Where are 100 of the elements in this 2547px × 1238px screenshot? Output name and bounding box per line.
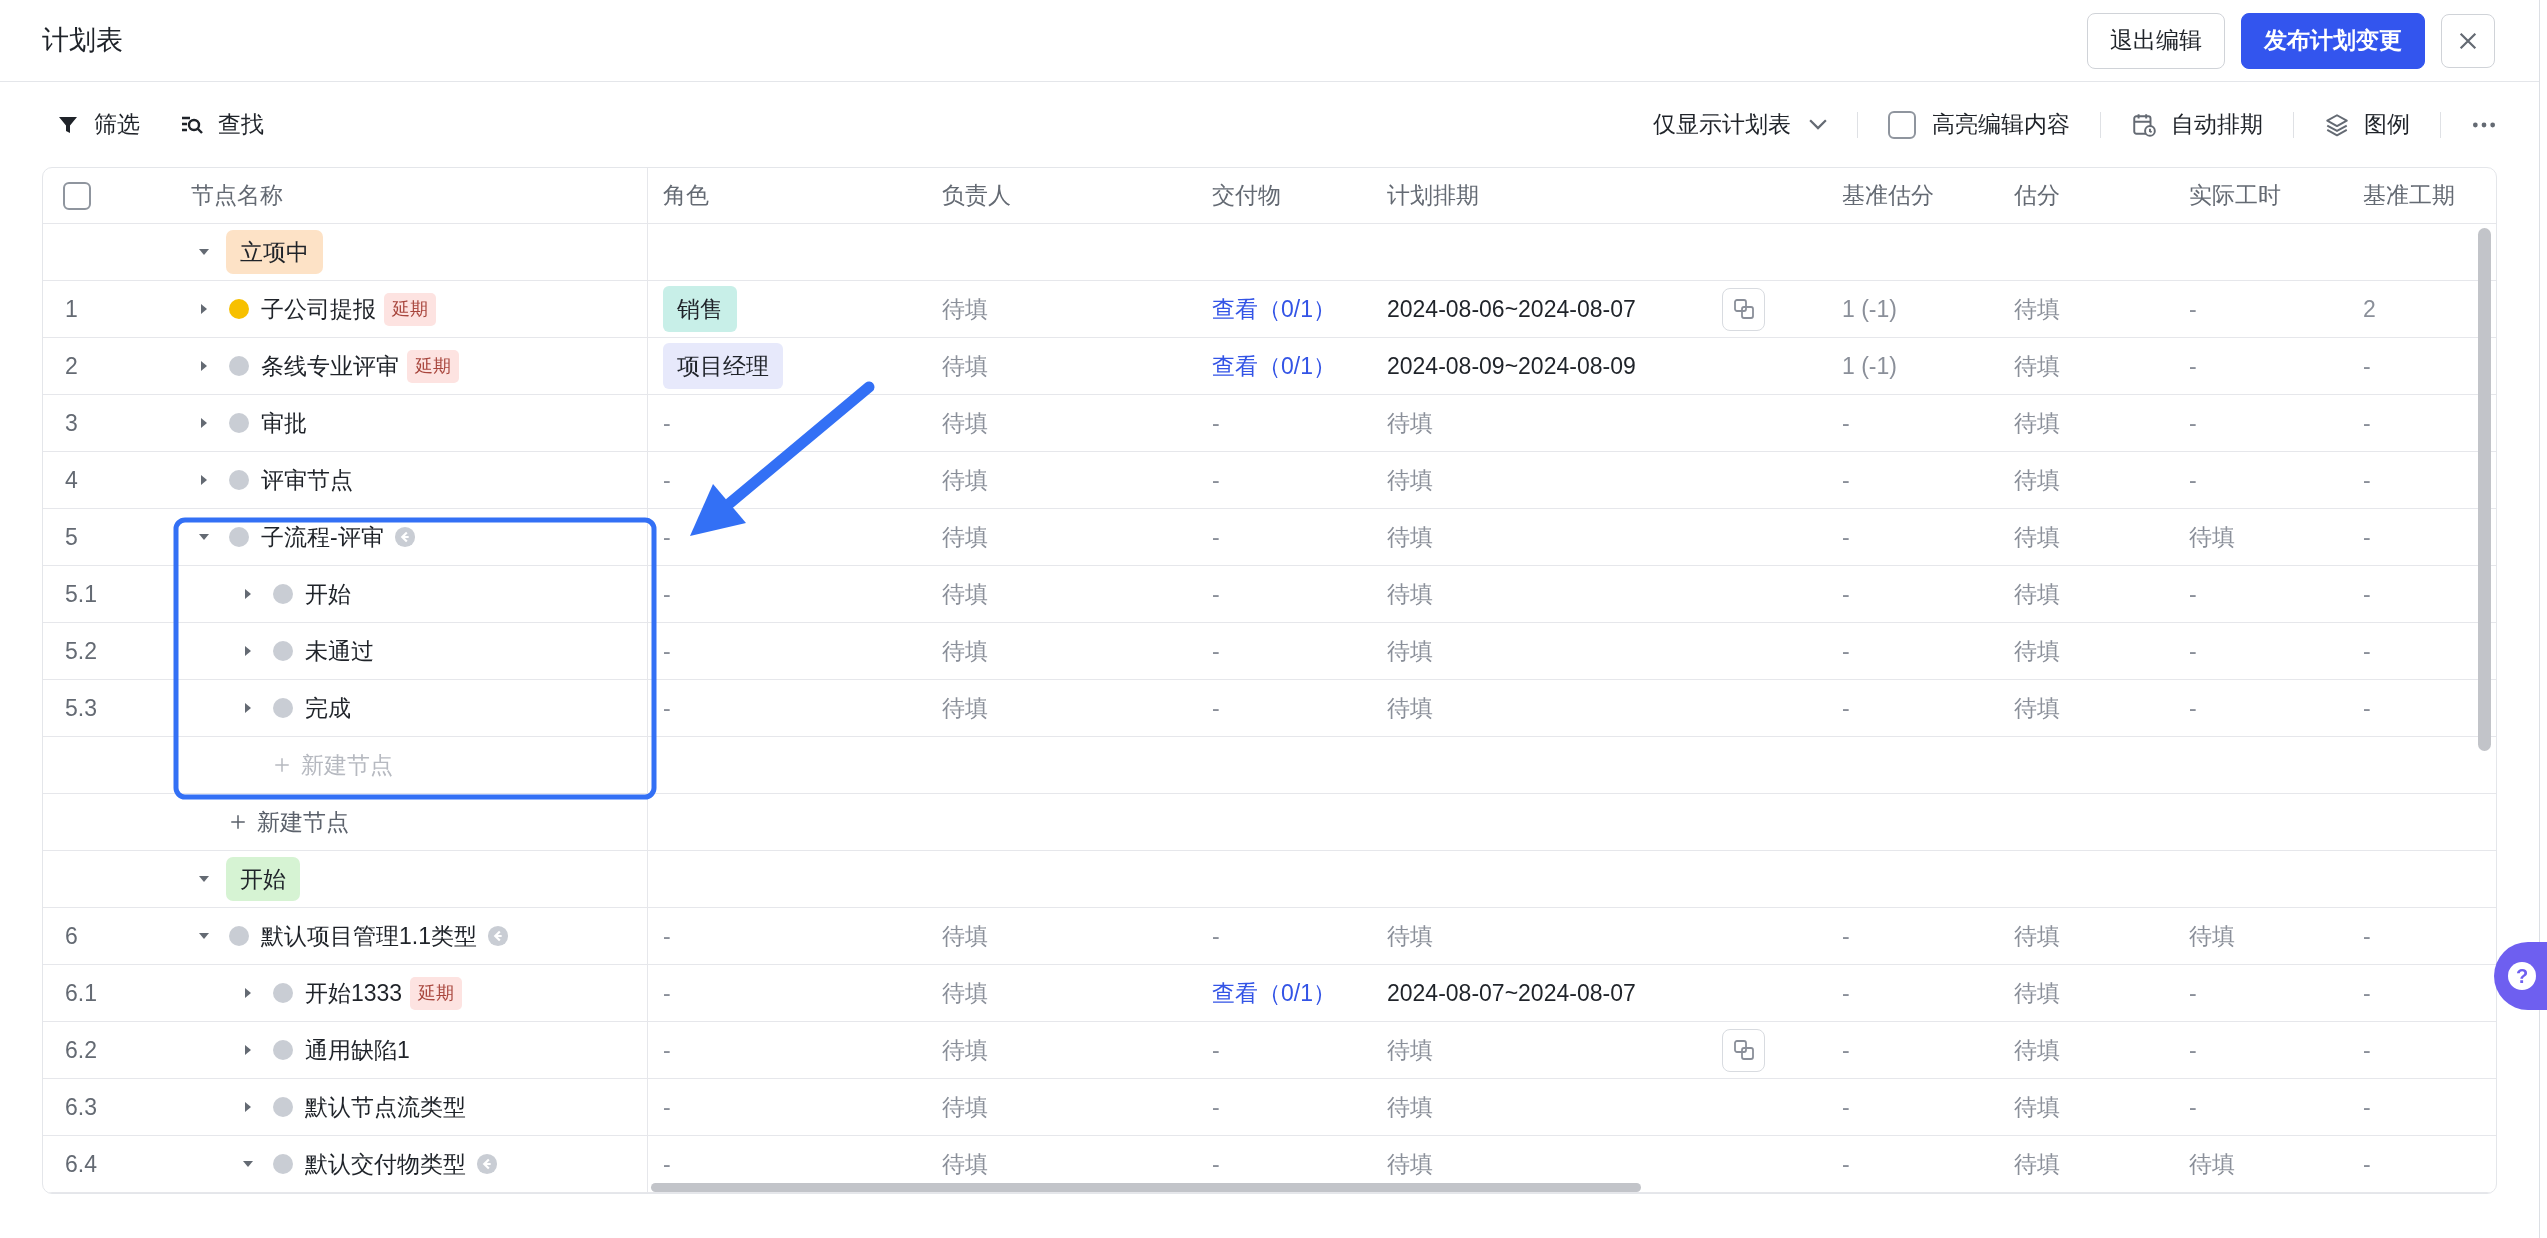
row-number: 6.2 xyxy=(65,1035,98,1065)
node-name[interactable]: 默认项目管理1.1类型 xyxy=(261,918,477,954)
horizontal-scrollbar[interactable] xyxy=(651,1183,1641,1192)
cell-text: 待填 xyxy=(2014,408,2060,438)
cell-text: - xyxy=(2189,978,2197,1008)
select-all-checkbox[interactable] xyxy=(63,181,91,210)
close-button[interactable] xyxy=(2441,13,2495,68)
cell-text: 待填 xyxy=(942,636,988,666)
cell-text: 待填 xyxy=(1387,465,1433,495)
cell-text: 待填 xyxy=(2014,693,2060,723)
filter-button[interactable]: 筛选 xyxy=(56,107,140,142)
node-name[interactable]: 默认节点流类型 xyxy=(305,1089,466,1125)
cell-text: 待填 xyxy=(2014,294,2060,324)
deliverable-link[interactable]: 查看（0/1） xyxy=(1212,348,1336,384)
auto-schedule-button[interactable]: 自动排期 xyxy=(2131,107,2263,142)
cell-text: 待填 xyxy=(2014,1149,2060,1179)
node-name[interactable]: 条线专业评审 xyxy=(261,348,399,384)
schedule-date: 2024-08-07~2024-08-07 xyxy=(1387,978,1636,1008)
node-name[interactable]: 默认交付物类型 xyxy=(305,1146,466,1182)
deliverable-link[interactable]: 查看（0/1） xyxy=(1212,975,1336,1011)
cell-text: - xyxy=(2189,693,2197,723)
cell-text: - xyxy=(663,1035,671,1065)
cell-text: - xyxy=(663,978,671,1008)
cell-text: 待填 xyxy=(2014,978,2060,1008)
cell-text: - xyxy=(1842,636,1850,666)
node-name[interactable]: 子公司提报 xyxy=(261,291,376,327)
cell-text: - xyxy=(663,636,671,666)
role-tag: 项目经理 xyxy=(663,342,783,390)
group-tag[interactable]: 开始 xyxy=(226,856,300,902)
cell-text: 待填 xyxy=(942,1092,988,1122)
cell-text: 待填 xyxy=(1387,1035,1433,1065)
node-name[interactable]: 开始 xyxy=(305,576,351,612)
cell-text: - xyxy=(2189,294,2197,324)
node-name[interactable]: 通用缺陷1 xyxy=(305,1032,410,1068)
cell-text: - xyxy=(1212,579,1220,609)
cell-text: 1 (-1) xyxy=(1842,351,1897,381)
cell-text: 待填 xyxy=(1387,693,1433,723)
row-number: 2 xyxy=(65,351,79,381)
publish-button[interactable]: 发布计划变更 xyxy=(2241,12,2425,69)
row-number: 5.3 xyxy=(65,693,98,723)
node-name[interactable]: 开始1333 xyxy=(305,975,403,1011)
exit-edit-button[interactable]: 退出编辑 xyxy=(2087,12,2225,69)
view-dropdown[interactable]: 仅显示计划表 xyxy=(1653,107,1827,142)
copy-button[interactable] xyxy=(1722,287,1765,331)
cell-text: - xyxy=(2363,522,2371,552)
cell-text: - xyxy=(663,921,671,951)
column-header: 基准估分 xyxy=(1842,181,1934,211)
vertical-scrollbar[interactable] xyxy=(2478,228,2491,751)
legend-button[interactable]: 图例 xyxy=(2324,107,2410,142)
cell-text: 待填 xyxy=(2014,465,2060,495)
cell-text: - xyxy=(1212,1149,1220,1179)
cell-text: - xyxy=(2189,1035,2197,1065)
delay-tag: 延期 xyxy=(384,292,436,326)
cell-text: - xyxy=(2363,693,2371,723)
cell-text: 待填 xyxy=(2189,1149,2235,1179)
find-button[interactable]: 查找 xyxy=(180,107,264,142)
cell-text: 2 xyxy=(2363,294,2376,324)
column-header: 角色 xyxy=(663,181,709,211)
node-name[interactable]: 未通过 xyxy=(305,633,374,669)
cell-text: - xyxy=(2363,1092,2371,1122)
add-node-button[interactable]: 新建节点 xyxy=(229,804,349,840)
node-name[interactable]: 审批 xyxy=(261,405,307,441)
row-number: 5.2 xyxy=(65,636,98,666)
cell-text: - xyxy=(1842,1149,1850,1179)
cell-text: 待填 xyxy=(2014,522,2060,552)
cell-text: 待填 xyxy=(2014,351,2060,381)
cell-text: - xyxy=(663,1149,671,1179)
row-number: 5.1 xyxy=(65,579,98,609)
cell-text: 待填 xyxy=(942,978,988,1008)
deliverable-link[interactable]: 查看（0/1） xyxy=(1212,291,1336,327)
cell-text: 待填 xyxy=(2189,522,2235,552)
cell-text: - xyxy=(2189,1092,2197,1122)
cell-text: 待填 xyxy=(942,579,988,609)
cell-text: - xyxy=(1212,1092,1220,1122)
schedule-date: 2024-08-09~2024-08-09 xyxy=(1387,351,1636,381)
cell-text: 待填 xyxy=(1387,579,1433,609)
row-number: 5 xyxy=(65,522,79,552)
cell-text: 1 (-1) xyxy=(1842,294,1897,324)
cell-text: - xyxy=(1212,636,1220,666)
cell-text: - xyxy=(2363,1149,2371,1179)
cell-text: - xyxy=(2363,351,2371,381)
node-name[interactable]: 完成 xyxy=(305,690,351,726)
cell-text: - xyxy=(2363,579,2371,609)
checkbox-label: 高亮编辑内容 xyxy=(1932,110,2070,140)
cell-text: - xyxy=(1212,693,1220,723)
copy-button[interactable] xyxy=(1722,1028,1765,1072)
cell-text: 待填 xyxy=(2014,636,2060,666)
group-tag[interactable]: 立项中 xyxy=(226,229,323,275)
row-number: 1 xyxy=(65,294,79,324)
row-number: 4 xyxy=(65,465,79,495)
node-name[interactable]: 子流程-评审 xyxy=(261,519,384,555)
cell-text: 待填 xyxy=(2014,1092,2060,1122)
row-number: 6.4 xyxy=(65,1149,98,1179)
column-header: 节点名称 xyxy=(191,181,283,211)
window-title: 计划表 xyxy=(42,24,123,58)
help-button[interactable]: ? xyxy=(2494,942,2547,1010)
cell-text: - xyxy=(1842,978,1850,1008)
node-name[interactable]: 评审节点 xyxy=(261,462,353,498)
cell-text: 待填 xyxy=(942,465,988,495)
checkbox[interactable] xyxy=(1888,110,1916,139)
